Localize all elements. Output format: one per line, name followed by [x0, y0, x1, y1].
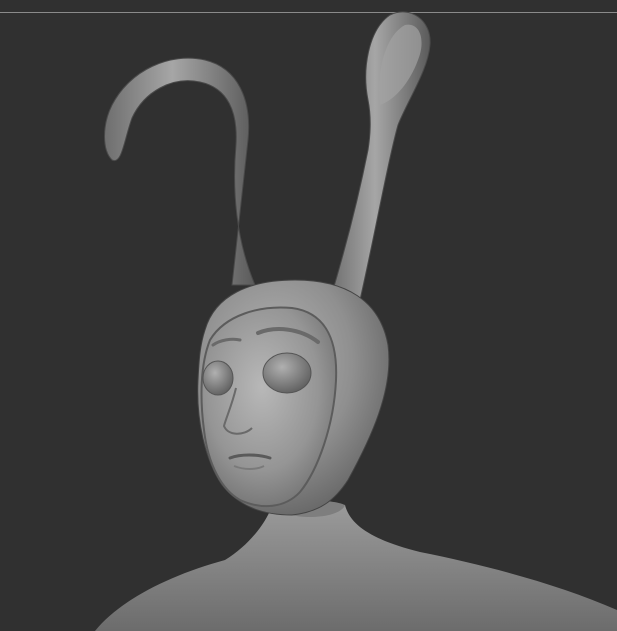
right-eye-shape — [262, 352, 312, 394]
left-ear-shape — [104, 57, 256, 286]
torso-shape — [95, 500, 617, 631]
sculpt-model-render[interactable] — [0, 0, 617, 631]
left-eye-shape — [202, 360, 234, 396]
right-ear-shape — [329, 11, 431, 301]
3d-viewport[interactable] — [0, 0, 617, 631]
